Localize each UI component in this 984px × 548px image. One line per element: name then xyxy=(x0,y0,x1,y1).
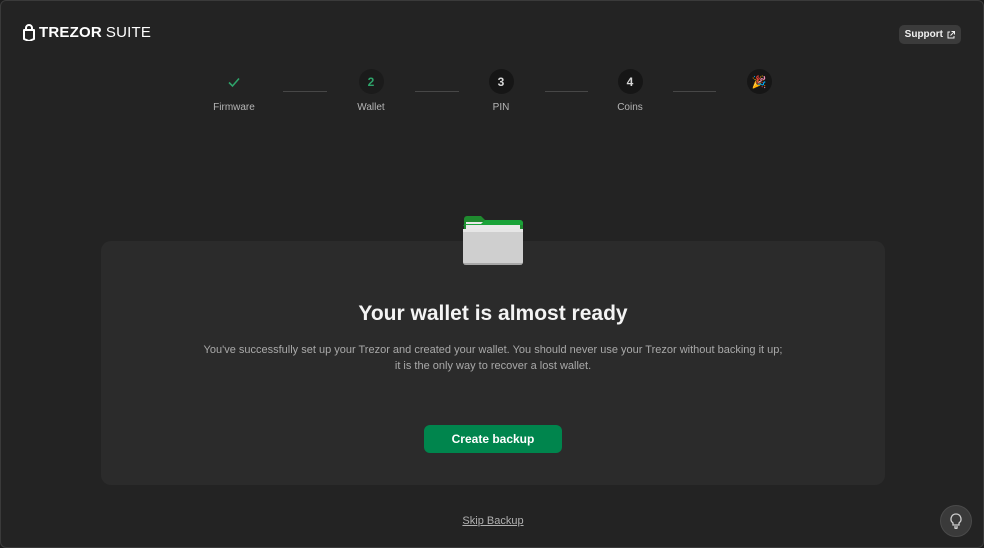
page-title: Your wallet is almost ready xyxy=(358,302,628,325)
step-wallet: 2 Wallet xyxy=(331,69,411,113)
onboarding-stepper: Firmware 2 Wallet 3 PIN 4 Coins 🎉 xyxy=(1,69,983,119)
step-coins-number: 4 xyxy=(617,69,643,94)
step-wallet-label: Wallet xyxy=(357,102,385,113)
step-coins: 4 Coins xyxy=(590,69,670,113)
skip-backup-link-row: Skip Backup xyxy=(1,515,983,527)
step-connector xyxy=(545,91,588,92)
trezor-lock-icon xyxy=(23,24,35,41)
step-firmware: Firmware xyxy=(194,69,274,113)
skip-backup-link[interactable]: Skip Backup xyxy=(462,515,523,527)
external-link-icon xyxy=(947,30,955,38)
step-connector xyxy=(415,91,459,92)
brand-name-light: SUITE xyxy=(105,23,152,41)
step-pin-label: PIN xyxy=(492,102,510,113)
step-final: 🎉 xyxy=(719,69,799,94)
brand-name-bold: TREZOR xyxy=(39,23,102,41)
app-window: TREZOR SUITE Support Firmware 2 Wallet 3 … xyxy=(0,0,984,548)
step-pin: 3 PIN xyxy=(461,69,541,113)
support-button[interactable]: Support xyxy=(898,25,961,44)
folder-icon xyxy=(463,216,523,265)
tips-button[interactable] xyxy=(940,505,972,537)
page-description: You've successfully set up your Trezor a… xyxy=(203,344,783,372)
trezor-suite-logo: TREZOR SUITE xyxy=(23,23,151,41)
lightbulb-icon xyxy=(950,513,962,529)
create-backup-button[interactable]: Create backup xyxy=(424,425,562,453)
step-pin-number: 3 xyxy=(488,69,514,94)
support-label: Support xyxy=(904,29,943,40)
step-firmware-label: Firmware xyxy=(213,102,255,113)
step-firmware-check-icon xyxy=(222,69,247,94)
step-wallet-number: 2 xyxy=(358,69,384,94)
step-connector xyxy=(673,91,716,92)
party-popper-icon: 🎉 xyxy=(746,69,772,94)
step-coins-label: Coins xyxy=(617,102,643,113)
step-connector xyxy=(283,91,327,92)
